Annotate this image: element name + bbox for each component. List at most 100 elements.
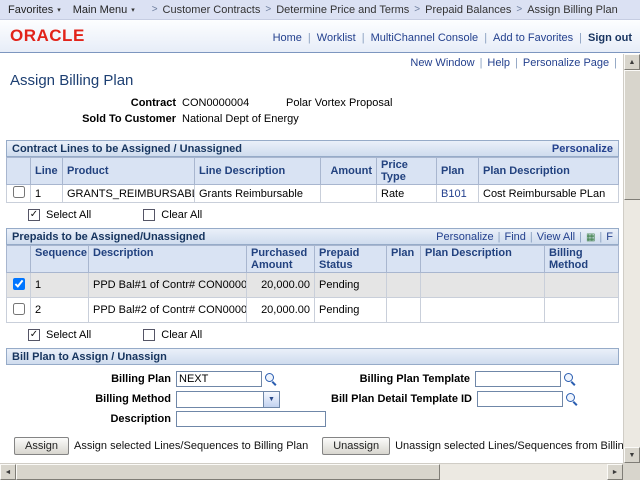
bill-plan-header: Bill Plan to Assign / Unassign — [6, 348, 619, 365]
prepaids-header: Prepaids to be Assigned/Unassigned Perso… — [6, 228, 619, 245]
lookup-icon[interactable] — [565, 392, 579, 406]
favorites-menu[interactable]: Favorites ▾ — [8, 4, 61, 16]
cell-plan-description — [421, 273, 545, 298]
scroll-left-button[interactable]: ◄ — [0, 464, 16, 480]
multichannel-console-link[interactable]: MultiChannel Console — [356, 32, 478, 44]
main-menu-label: Main Menu — [73, 4, 127, 16]
unassign-hint: Unassign selected Lines/Sequences from B… — [395, 440, 623, 452]
bill-plan-detail-template-input[interactable] — [477, 391, 563, 407]
cell-plan-description: Cost Reimbursable PLan — [479, 185, 619, 203]
add-to-favorites-link[interactable]: Add to Favorites — [478, 32, 573, 44]
sign-out-link[interactable]: Sign out — [573, 32, 632, 44]
billing-method-dropdown[interactable]: ▼ — [176, 391, 280, 408]
row-select-checkbox[interactable] — [13, 186, 25, 198]
scroll-down-button[interactable]: ▼ — [624, 447, 640, 463]
arrow-down-icon: ▼ — [629, 452, 636, 459]
clear-all-link[interactable]: Clear All — [143, 209, 202, 221]
breadcrumb-item-prepaid-balances[interactable]: Prepaid Balances — [425, 4, 511, 16]
new-window-link[interactable]: New Window — [410, 57, 474, 69]
breadcrumb-separator: > — [414, 4, 420, 15]
select-all-label: Select All — [46, 329, 91, 341]
clear-all-link[interactable]: Clear All — [143, 329, 202, 341]
column-header-product: Product — [63, 158, 195, 185]
cell-sequence: 1 — [31, 273, 89, 298]
breadcrumb-item-determine-price[interactable]: Determine Price and Terms — [276, 4, 409, 16]
column-header-line-description: Line Description — [195, 158, 321, 185]
page-content: New Window Help Personalize Page Assign … — [0, 54, 623, 463]
cell-plan-description — [421, 298, 545, 323]
view-all-link[interactable]: View All — [537, 231, 575, 243]
plan-link[interactable]: B101 — [441, 188, 467, 200]
cell-product: GRANTS_REIMBURSABL — [63, 185, 195, 203]
horizontal-scroll-thumb[interactable] — [16, 464, 440, 480]
breadcrumb-item-customer-contracts[interactable]: Customer Contracts — [163, 4, 261, 16]
cell-line: 1 — [31, 185, 63, 203]
select-column-header — [7, 246, 31, 273]
dropdown-arrow-icon[interactable]: ▼ — [263, 392, 279, 407]
chevron-down-icon: ▾ — [57, 6, 61, 14]
bill-plan-detail-template-label: Bill Plan Detail Template ID — [280, 393, 477, 405]
cell-line-description: Grants Reimbursable — [195, 185, 321, 203]
contract-id: CON0000004 — [182, 97, 286, 109]
horizontal-scrollbar[interactable]: ◄ ► — [0, 463, 623, 480]
clear-all-label: Clear All — [161, 329, 202, 341]
select-column-header — [7, 158, 31, 185]
sold-to-customer-label: Sold To Customer — [0, 113, 182, 125]
billing-plan-input[interactable] — [176, 371, 262, 387]
breadcrumb-separator: > — [265, 4, 271, 15]
assign-hint: Assign selected Lines/Sequences to Billi… — [74, 440, 308, 452]
column-header-price-type: Price Type — [377, 158, 437, 185]
assign-actions: Assign Assign selected Lines/Sequences t… — [14, 437, 619, 455]
home-link[interactable]: Home — [273, 32, 302, 44]
find-link[interactable]: Find — [505, 231, 526, 243]
cell-sequence: 2 — [31, 298, 89, 323]
cell-prepaid-status: Pending — [315, 273, 387, 298]
breadcrumb-item-assign-billing-plan[interactable]: Assign Billing Plan — [527, 4, 618, 16]
vertical-scroll-thumb[interactable] — [624, 70, 640, 200]
row-select-checkbox[interactable] — [13, 303, 25, 315]
lookup-icon[interactable] — [563, 372, 577, 386]
column-header-plan-description: Plan Description — [421, 246, 545, 273]
row-select-checkbox[interactable] — [13, 278, 25, 290]
column-header-line: Line — [31, 158, 63, 185]
description-input[interactable] — [176, 411, 326, 427]
assign-button[interactable]: Assign — [14, 437, 69, 455]
cell-price-type: Rate — [377, 185, 437, 203]
column-header-sequence: Sequence — [31, 246, 89, 273]
scrollbar-corner — [623, 463, 640, 480]
application-window: Favorites ▾ Main Menu ▾ > Customer Contr… — [0, 0, 640, 480]
select-all-link[interactable]: ✓ Select All — [28, 329, 91, 341]
prepaids-personalize-link[interactable]: Personalize — [436, 231, 493, 243]
table-row: 2 PPD Bal#2 of Contr# CON0000004 20,000.… — [7, 298, 619, 323]
contract-lines-personalize-link[interactable]: Personalize — [552, 143, 613, 155]
worklist-link[interactable]: Worklist — [302, 32, 356, 44]
contract-label: Contract — [0, 97, 182, 109]
bill-plan-fields: Billing Plan Billing Plan Template Billi… — [6, 365, 619, 431]
first-link[interactable]: F — [606, 231, 613, 243]
billing-method-label: Billing Method — [6, 393, 176, 405]
download-grid-icon[interactable]: ▦ — [586, 232, 595, 243]
description-label: Description — [6, 413, 176, 425]
favorites-label: Favorites — [8, 4, 53, 16]
unassign-button[interactable]: Unassign — [322, 437, 390, 455]
prepaids-select-actions: ✓ Select All Clear All — [28, 328, 619, 342]
cell-amount — [321, 185, 377, 203]
main-menu[interactable]: Main Menu ▾ — [73, 4, 135, 16]
table-row: 1 GRANTS_REIMBURSABL Grants Reimbursable… — [7, 185, 619, 203]
cell-billing-method — [545, 273, 619, 298]
oracle-logo: ORACLE — [10, 26, 85, 46]
select-all-label: Select All — [46, 209, 91, 221]
personalize-page-link[interactable]: Personalize Page — [510, 57, 609, 69]
table-row: 1 PPD Bal#1 of Contr# CON0000004 20,000.… — [7, 273, 619, 298]
cell-description: PPD Bal#1 of Contr# CON0000004 — [89, 273, 247, 298]
help-link[interactable]: Help — [475, 57, 510, 69]
billing-plan-template-input[interactable] — [475, 371, 561, 387]
cell-plan — [387, 273, 421, 298]
scroll-up-button[interactable]: ▲ — [624, 54, 640, 70]
scroll-right-button[interactable]: ► — [607, 464, 623, 480]
page-utility-links: New Window Help Personalize Page — [0, 54, 623, 69]
lookup-icon[interactable] — [264, 372, 278, 386]
vertical-scrollbar[interactable]: ▲ ▼ — [623, 54, 640, 463]
contract-info: Contract CON0000004 Polar Vortex Proposa… — [0, 95, 623, 127]
select-all-link[interactable]: ✓ Select All — [28, 209, 91, 221]
